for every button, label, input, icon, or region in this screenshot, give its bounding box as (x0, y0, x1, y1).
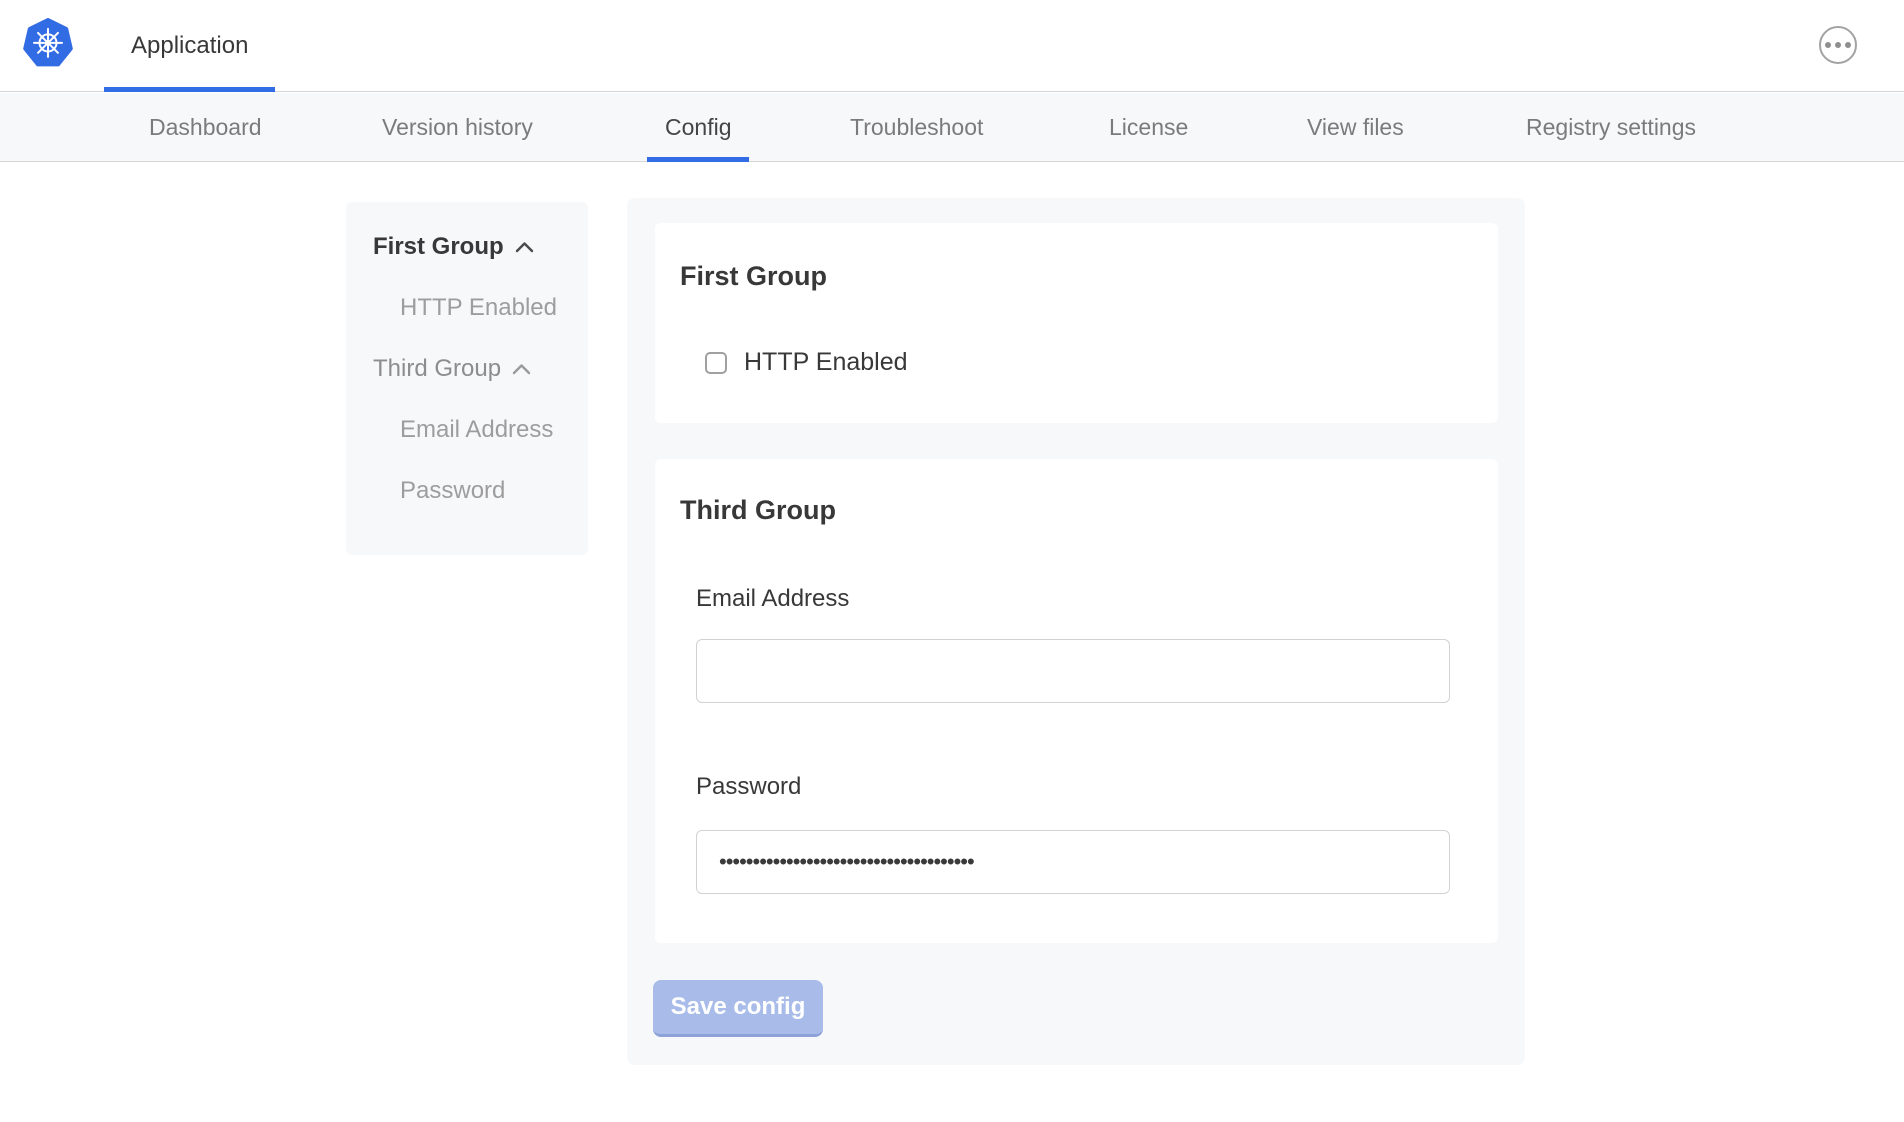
overflow-menu-button[interactable] (1819, 26, 1857, 64)
ellipsis-icon (1835, 42, 1841, 48)
group-title: Third Group (680, 495, 836, 526)
tab-label: Version history (382, 114, 533, 141)
tab-label: Dashboard (149, 114, 262, 141)
tab-label: License (1109, 114, 1188, 141)
sidebar-group-first-group[interactable]: First Group (373, 235, 588, 259)
email-address-label: Email Address (696, 585, 849, 613)
tab-registry-settings[interactable]: Registry settings (1508, 93, 1714, 162)
password-input[interactable] (696, 830, 1450, 894)
tab-application[interactable]: Application (104, 0, 275, 92)
tab-label: Registry settings (1526, 114, 1696, 141)
email-address-input[interactable] (696, 639, 1450, 703)
sidebar-item-label: Password (400, 477, 505, 505)
tab-version-history[interactable]: Version history (364, 93, 551, 162)
sidebar-item-email-address[interactable]: Email Address (400, 418, 588, 442)
active-tab-underline (104, 87, 275, 92)
tab-label: Troubleshoot (850, 114, 983, 141)
sidebar-group-third-group[interactable]: Third Group (373, 357, 588, 381)
active-tab-underline (647, 157, 749, 162)
sidebar-item-label: HTTP Enabled (400, 294, 557, 322)
tab-troubleshoot[interactable]: Troubleshoot (832, 93, 1001, 162)
tab-dashboard[interactable]: Dashboard (131, 93, 280, 162)
sidebar-item-password[interactable]: Password (400, 479, 588, 503)
chevron-up-icon (512, 363, 531, 375)
sidebar-group-label: First Group (373, 233, 504, 261)
config-main-panel: First Group HTTP Enabled Third Group Ema… (627, 198, 1525, 1065)
top-bar: Application (0, 0, 1904, 92)
http-enabled-field: HTTP Enabled (705, 348, 908, 377)
tab-config[interactable]: Config (647, 93, 749, 162)
save-config-button[interactable]: Save config (653, 980, 823, 1037)
sidebar-item-http-enabled[interactable]: HTTP Enabled (400, 296, 588, 320)
password-label: Password (696, 773, 801, 801)
group-title: First Group (680, 261, 827, 292)
config-groups-sidebar: First Group HTTP Enabled Third Group Ema… (346, 202, 588, 555)
app-tab-label: Application (131, 32, 248, 60)
chevron-up-icon (515, 241, 534, 253)
kubernetes-logo-icon (22, 18, 74, 74)
tab-label: View files (1307, 114, 1404, 141)
tab-license[interactable]: License (1091, 93, 1206, 162)
http-enabled-checkbox[interactable] (705, 352, 727, 374)
config-group-card-third-group: Third Group Email Address Password (655, 459, 1498, 943)
sidebar-item-label: Email Address (400, 416, 553, 444)
ellipsis-icon (1825, 42, 1831, 48)
config-navbar: Dashboard Version history Config Trouble… (0, 93, 1904, 162)
checkbox-label: HTTP Enabled (744, 348, 908, 377)
config-group-card-first-group: First Group HTTP Enabled (655, 223, 1498, 423)
tab-label: Config (665, 114, 731, 141)
sidebar-group-label: Third Group (373, 355, 501, 383)
tab-view-files[interactable]: View files (1289, 93, 1422, 162)
ellipsis-icon (1845, 42, 1851, 48)
